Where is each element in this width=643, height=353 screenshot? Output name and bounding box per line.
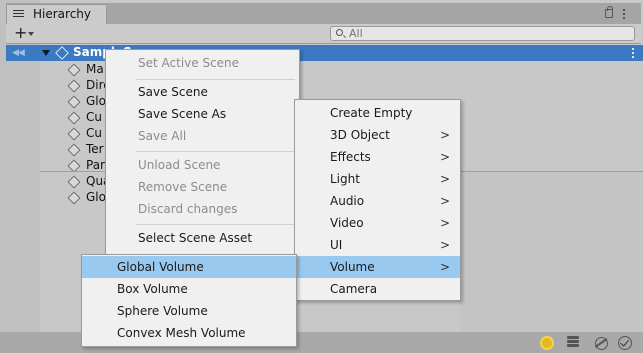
hierarchy-item-label: Ma [86, 62, 104, 76]
scene-context-menu: Set Active Scene Save Scene Save Scene A… [105, 49, 300, 256]
hierarchy-item-label: Cu [86, 110, 102, 124]
chevron-right-icon: > [439, 128, 450, 142]
menu-item-effects[interactable]: Effects > [295, 146, 460, 168]
menu-item-unload-scene[interactable]: Unload Scene [106, 154, 299, 176]
menu-item-create-empty[interactable]: Create Empty [295, 102, 460, 124]
scene-visibility-icon[interactable] [594, 336, 608, 350]
menu-item-save-all[interactable]: Save All [106, 125, 299, 147]
lock-icon[interactable] [605, 6, 613, 18]
gameobject-cube-icon [67, 127, 81, 141]
menu-item-set-active-scene[interactable]: Set Active Scene [106, 52, 299, 74]
gameobject-cube-icon [67, 191, 81, 205]
caret-down-icon [28, 32, 34, 36]
tab-actions [605, 6, 633, 19]
empty-area [460, 172, 643, 332]
menu-item-video[interactable]: Video > [295, 212, 460, 234]
checkmark-icon[interactable] [618, 336, 632, 350]
gameobject-cube-icon [67, 143, 81, 157]
hierarchy-item-label: Ter [86, 142, 104, 156]
scene-nav-arrows-icon: ◀◀ [12, 48, 25, 58]
search-field[interactable] [330, 26, 635, 41]
scene-kebab-icon[interactable] [632, 48, 635, 58]
hierarchy-item-label: Glo [86, 190, 106, 204]
gameobject-cube-icon [67, 111, 81, 125]
hierarchy-item-label: Glo [86, 94, 106, 108]
hierarchy-item-label: Par [86, 158, 105, 172]
plus-icon: + [14, 23, 28, 42]
chevron-right-icon: > [439, 172, 450, 186]
menu-item-label: UI [330, 238, 343, 252]
create-submenu: Create Empty 3D Object > Effects > Light… [294, 99, 461, 301]
gameobject-cube-icon [67, 79, 81, 93]
menu-item-label: Audio [330, 194, 365, 208]
fold-arrow-icon[interactable] [42, 50, 50, 56]
menu-separator [136, 151, 295, 152]
menu-item-sphere-volume[interactable]: Sphere Volume [82, 300, 296, 322]
search-input[interactable] [349, 27, 609, 40]
menu-item-light[interactable]: Light > [295, 168, 460, 190]
gameobject-cube-icon [67, 63, 81, 77]
chevron-right-icon: > [439, 260, 450, 274]
menu-separator [136, 224, 295, 225]
menu-item-audio[interactable]: Audio > [295, 190, 460, 212]
menu-item-remove-scene[interactable]: Remove Scene [106, 176, 299, 198]
hierarchy-toolbar: + [6, 24, 641, 44]
gameobject-cube-icon [67, 175, 81, 189]
search-icon [336, 29, 343, 36]
menu-item-label: Effects [330, 150, 371, 164]
menu-item-save-scene-as[interactable]: Save Scene As [106, 103, 299, 125]
menu-item-label: Volume [330, 260, 375, 274]
menu-item-select-scene-asset[interactable]: Select Scene Asset [106, 227, 299, 249]
menu-item-camera[interactable]: Camera [295, 278, 460, 300]
menu-item-ui[interactable]: UI > [295, 234, 460, 256]
chevron-right-icon: > [439, 216, 450, 230]
hierarchy-list-icon [13, 10, 24, 19]
menu-item-volume[interactable]: Volume > [295, 256, 460, 278]
menu-item-box-volume[interactable]: Box Volume [82, 278, 296, 300]
menu-separator [136, 79, 295, 80]
gameobject-cube-icon [67, 95, 81, 109]
chevron-right-icon: > [439, 238, 450, 252]
menu-item-label: Video [330, 216, 364, 230]
hierarchy-item-label: Cu [86, 126, 102, 140]
layers-icon[interactable] [567, 336, 581, 350]
menu-item-save-scene[interactable]: Save Scene [106, 81, 299, 103]
tab-label: Hierarchy [33, 7, 92, 21]
menu-item-label: 3D Object [330, 128, 390, 142]
lighting-icon[interactable] [540, 336, 554, 350]
menu-item-convex-mesh-volume[interactable]: Convex Mesh Volume [82, 322, 296, 344]
add-button[interactable]: + [12, 25, 42, 42]
menu-item-global-volume[interactable]: Global Volume [82, 256, 296, 278]
tab-hierarchy[interactable]: Hierarchy [6, 4, 107, 24]
menu-item-3d-object[interactable]: 3D Object > [295, 124, 460, 146]
scene-row[interactable]: ◀◀ SampleS [6, 45, 643, 61]
volume-submenu: Global Volume Box Volume Sphere Volume C… [81, 254, 297, 347]
menu-item-label: Light [330, 172, 360, 186]
chevron-right-icon: > [439, 194, 450, 208]
kebab-menu-icon[interactable] [623, 9, 626, 19]
menu-item-discard-changes[interactable]: Discard changes [106, 198, 299, 220]
unity-scene-icon [55, 46, 69, 60]
chevron-right-icon: > [439, 150, 450, 164]
